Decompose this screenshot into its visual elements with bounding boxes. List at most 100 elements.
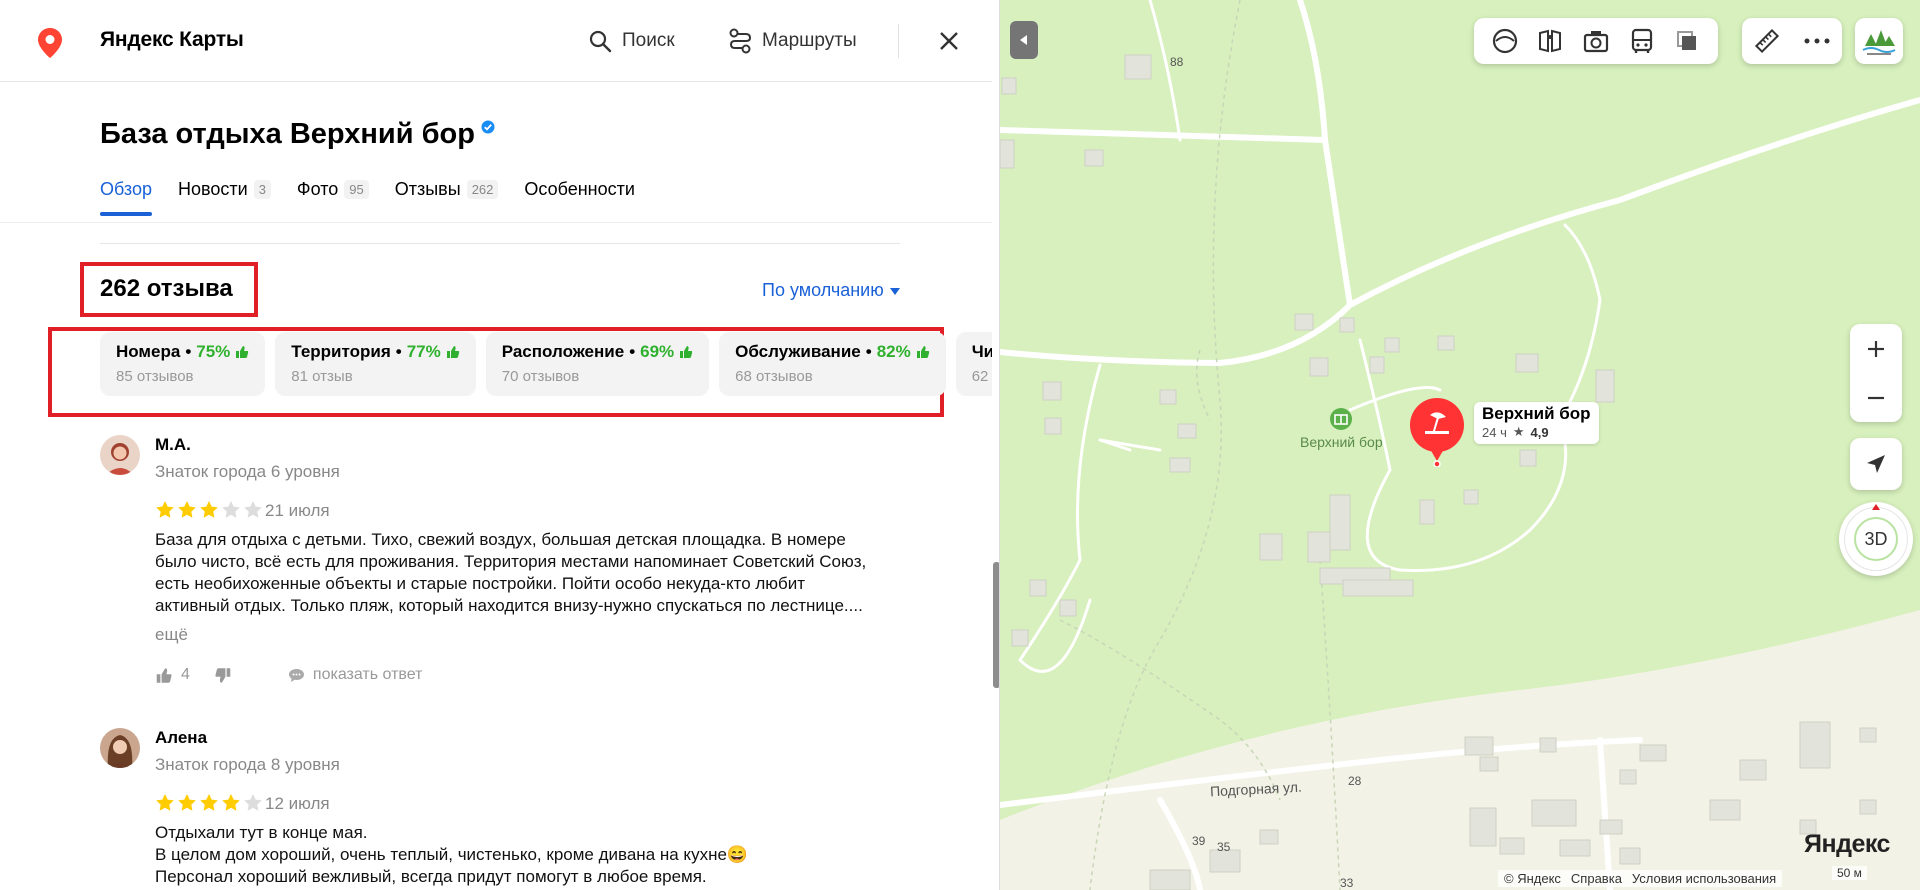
house-number: 33 xyxy=(1340,876,1354,890)
more-button[interactable] xyxy=(1799,23,1835,59)
star-icon xyxy=(200,794,218,811)
more-dots-icon xyxy=(1804,38,1830,44)
map-tools-toolbar xyxy=(1742,18,1842,64)
brand-title[interactable]: Яндекс Карты xyxy=(100,28,244,52)
triangle-down-icon xyxy=(889,288,900,295)
compass-north-icon xyxy=(1872,504,1880,510)
search-icon xyxy=(589,30,612,53)
star-icon xyxy=(178,501,196,518)
map-footer: © Яндекс Справка Условия использования xyxy=(1498,870,1783,887)
tab-overview[interactable]: Обзор xyxy=(100,174,152,216)
place-title: База отдыха Верхний бор xyxy=(100,118,495,151)
place-tabs: Обзор Новости 3 Фото 95 Отзывы 262 Особенно… xyxy=(100,174,635,216)
comment-icon xyxy=(288,668,304,682)
review-more-link[interactable]: ещё xyxy=(155,625,188,645)
ruler-button[interactable] xyxy=(1749,23,1785,59)
arrow-left-icon xyxy=(1020,35,1027,45)
scrollbar-thumb[interactable] xyxy=(993,562,999,688)
place-logo-button[interactable] xyxy=(1855,18,1903,64)
layer-photo-button[interactable] xyxy=(1578,23,1614,59)
tab-label: Обзор xyxy=(100,178,152,199)
dislike-button[interactable] xyxy=(214,667,232,684)
aspect-chip-territory[interactable]: Территория • 77% 81 отзыв xyxy=(275,332,476,396)
routes-icon xyxy=(729,28,752,54)
aspect-name: Обслуживание xyxy=(735,342,861,361)
map-scale: 50 м xyxy=(1832,866,1867,880)
tab-reviews[interactable]: Отзывы 262 xyxy=(395,174,499,204)
layer-toggle-button[interactable] xyxy=(1669,23,1705,59)
house-number: 35 xyxy=(1217,840,1231,854)
yandex-maps-logo-icon[interactable] xyxy=(38,28,62,58)
reply-label: показать ответ xyxy=(312,666,423,683)
star-icon xyxy=(200,501,218,518)
aspect-percent: 75% xyxy=(196,342,231,361)
routes-button[interactable]: Маршруты xyxy=(728,26,857,56)
tab-features[interactable]: Особенности xyxy=(524,174,635,204)
pin-info-card[interactable]: Верхний бор 24 ч ★ 4,9 xyxy=(1474,402,1599,444)
thumb-up-icon xyxy=(156,667,172,683)
help-link[interactable]: Справка xyxy=(1571,871,1622,886)
tab-count: 95 xyxy=(344,179,369,199)
search-button[interactable]: Поиск xyxy=(588,26,675,56)
close-icon[interactable] xyxy=(936,28,962,54)
locate-me-button[interactable] xyxy=(1850,438,1902,490)
place-panel: Яндекс Карты Поиск Маршруты База отдыха … xyxy=(0,0,1000,890)
tab-label: Новости xyxy=(178,178,248,199)
tab-count: 262 xyxy=(466,179,499,199)
tab-news[interactable]: Новости 3 xyxy=(178,174,271,204)
review-author[interactable]: М.А. xyxy=(155,435,191,455)
aspect-name: Номера xyxy=(116,342,181,361)
layer-transport-button[interactable] xyxy=(1624,23,1660,59)
camera-icon xyxy=(1583,31,1609,53)
aspect-chip-service[interactable]: Обслуживание • 82% 68 отзывов xyxy=(719,332,946,396)
layer-panorama-button[interactable] xyxy=(1532,23,1568,59)
aspect-chip-location[interactable]: Расположение • 69% 70 отзывов xyxy=(485,332,710,396)
section-divider xyxy=(100,243,900,244)
star-empty-icon xyxy=(244,794,262,811)
zoom-out-button[interactable] xyxy=(1850,373,1902,422)
review-text-line: было чисто, всё есть для проживания. Тер… xyxy=(155,552,867,571)
tab-label: Особенности xyxy=(524,178,635,199)
zoom-controls xyxy=(1850,324,1902,422)
review-author[interactable]: Алена xyxy=(155,728,207,748)
thumb-up-icon xyxy=(236,346,249,358)
sort-dropdown[interactable]: По умолчанию xyxy=(762,280,900,301)
house-number: 88 xyxy=(1170,55,1184,69)
review-text-line: есть необихоженные объекты и старые пост… xyxy=(155,574,806,593)
avatar[interactable] xyxy=(100,435,140,475)
ruler-icon xyxy=(1754,28,1780,54)
aspect-sub: 81 отзыв xyxy=(291,368,353,385)
layer-scheme-button[interactable] xyxy=(1487,23,1523,59)
3d-toggle-button[interactable]: 3D xyxy=(1839,502,1913,576)
aspect-percent: 77% xyxy=(406,342,441,361)
rating-stars xyxy=(155,500,263,519)
like-button[interactable]: 4 xyxy=(155,666,190,684)
aspect-chip-rooms[interactable]: Номера • 75% 85 отзывов xyxy=(100,332,266,396)
star-icon xyxy=(178,794,196,811)
zoom-in-button[interactable] xyxy=(1850,324,1902,373)
top-bar: Яндекс Карты Поиск Маршруты xyxy=(0,0,999,82)
yandex-watermark: Яндекс xyxy=(1804,830,1890,858)
tab-label: Отзывы xyxy=(394,178,461,199)
show-reply-button[interactable]: показать ответ xyxy=(288,666,423,684)
map-view[interactable]: Подгорная ул. 88 28 39 35 33 Верхний бор… xyxy=(1000,0,1920,890)
app: Яндекс Карты Поиск Маршруты База отдыха … xyxy=(0,0,1920,890)
collapse-panel-button[interactable] xyxy=(1010,21,1038,59)
plus-icon xyxy=(1868,340,1884,357)
tabs-divider xyxy=(0,222,999,223)
star-icon: ★ xyxy=(1512,424,1525,439)
star-icon xyxy=(156,794,174,811)
review-date: 12 июля xyxy=(265,794,330,813)
terms-link[interactable]: Условия использования xyxy=(1632,871,1776,886)
poi-marker-small[interactable]: Верхний бор xyxy=(1300,408,1383,450)
layers-icon xyxy=(1677,31,1697,50)
selected-place-pin[interactable] xyxy=(1408,397,1466,467)
aspect-sub: 70 отзывов xyxy=(501,368,580,385)
pin-title: Верхний бор xyxy=(1482,404,1591,423)
avatar[interactable] xyxy=(100,728,140,768)
map-layers-toolbar xyxy=(1474,18,1718,64)
thumb-up-icon xyxy=(446,346,459,358)
tab-photos[interactable]: Фото 95 xyxy=(297,174,369,204)
scrollbar-track[interactable] xyxy=(992,0,999,890)
place-title-text: База отдыха Верхний бор xyxy=(100,118,475,150)
